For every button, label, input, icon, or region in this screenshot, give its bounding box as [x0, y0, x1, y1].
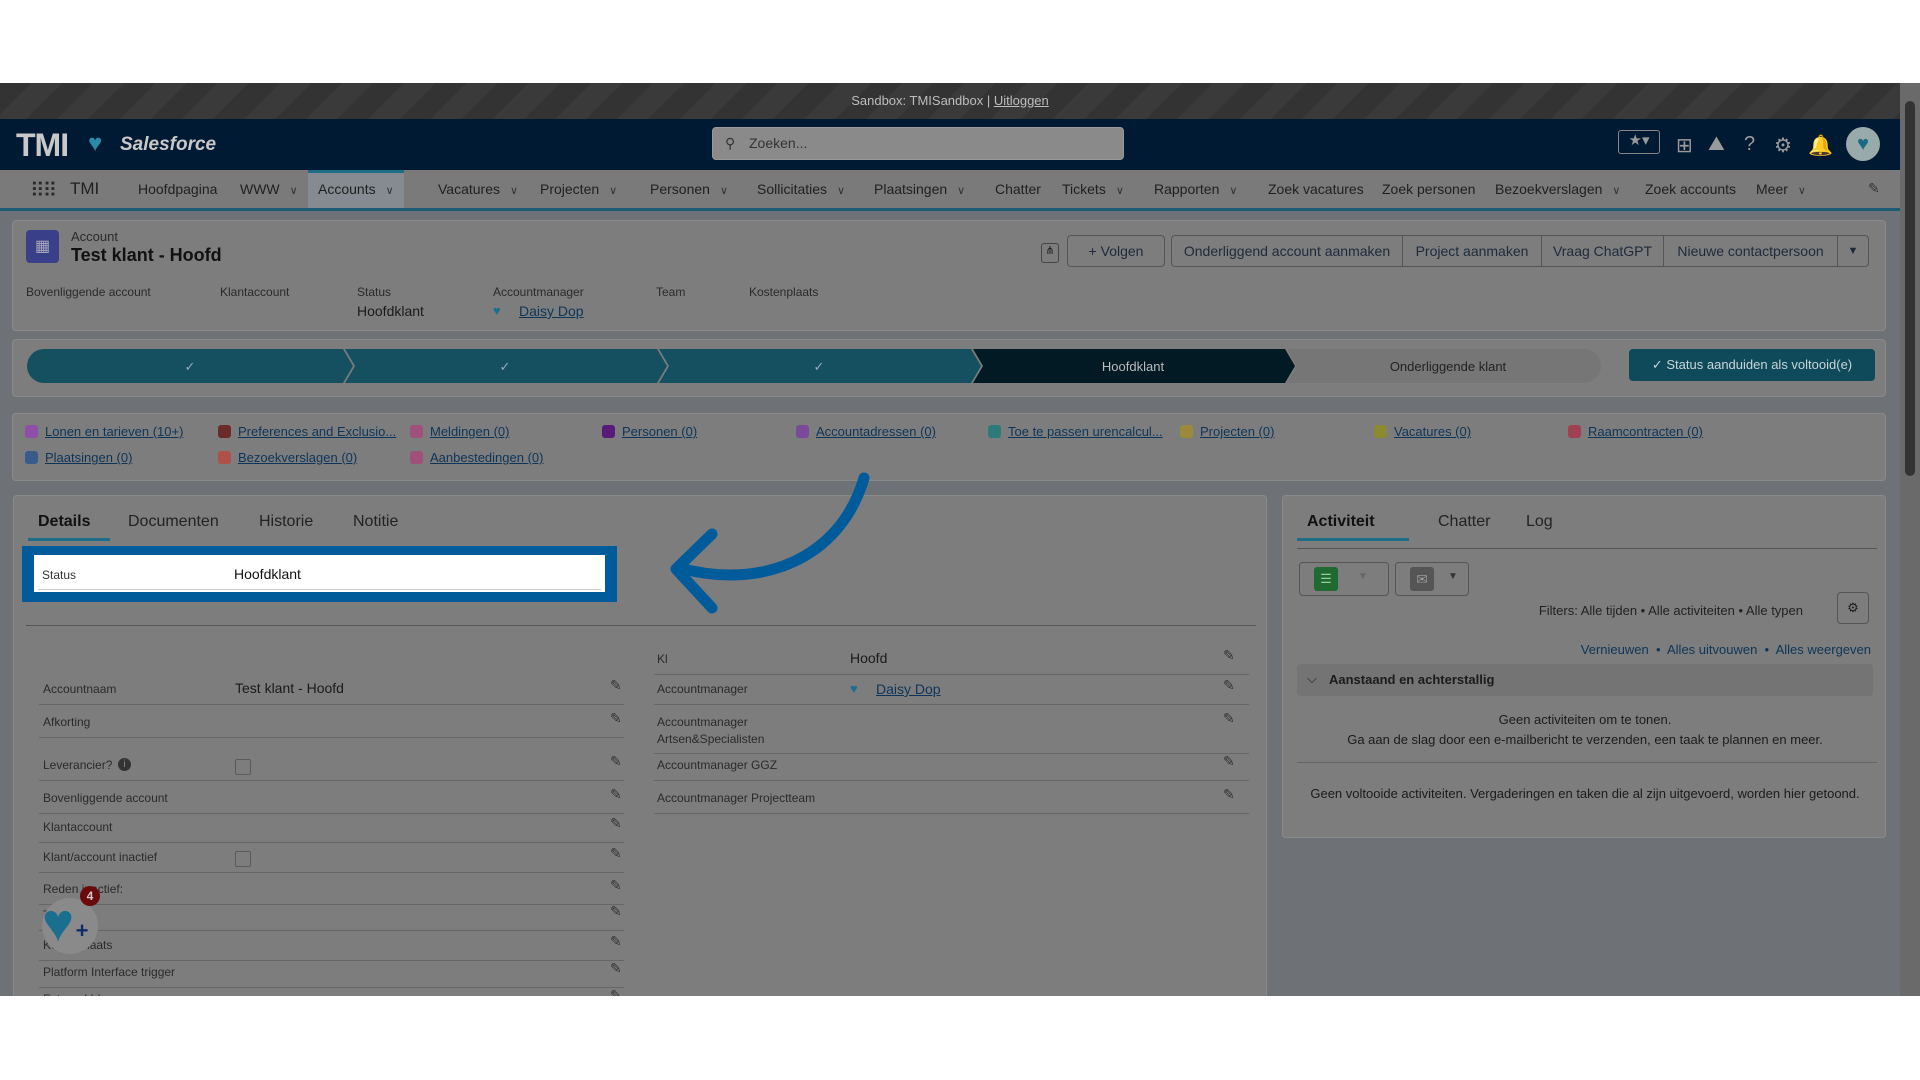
annotation-arrow: [670, 472, 870, 614]
